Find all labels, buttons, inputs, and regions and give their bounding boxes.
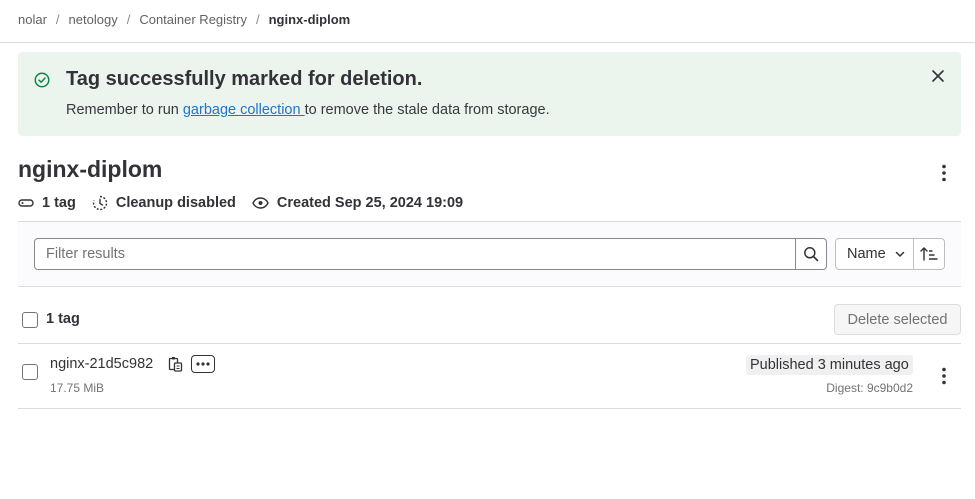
meta-created: Created Sep 25, 2024 19:09 [252, 195, 463, 211]
breadcrumb: nolar / netology / Container Registry / … [18, 11, 350, 27]
created-date: Created Sep 25, 2024 19:09 [276, 195, 464, 211]
cleanup-status: Cleanup disabled [115, 195, 236, 211]
sort-by-dropdown[interactable]: Name [835, 238, 914, 270]
close-icon[interactable] [931, 69, 945, 83]
table-row: nginx-21d5c982 17.75 MiB Published 3 min… [18, 344, 961, 409]
select-all-checkbox[interactable] [22, 312, 38, 328]
tag-name: nginx-21d5c982 [50, 356, 154, 372]
tags-list-header: 1 tag Delete selected [18, 296, 961, 344]
tag-size: 17.75 MiB [50, 381, 105, 395]
repository-meta: 1 tag Cleanup disabled Created Sep 25, 2… [18, 194, 479, 212]
ellipsis-v-icon[interactable] [936, 366, 952, 386]
delete-selected-button[interactable]: Delete selected [834, 304, 961, 335]
check-circle-icon [34, 72, 50, 88]
filter-input[interactable] [34, 238, 796, 270]
alert-body-text: Remember to run [66, 102, 183, 118]
breadcrumb-separator: / [255, 11, 260, 27]
breadcrumb-item-container-registry[interactable]: Container Registry [139, 12, 247, 27]
tag-digest: Digest: 9c9b0d2 [826, 381, 913, 395]
tag-details-button[interactable] [191, 355, 215, 373]
alert-title: Tag successfully marked for deletion. [66, 68, 423, 90]
alert-body-text-end: to remove the stale data from storage. [304, 102, 550, 118]
ellipsis-v-icon[interactable] [936, 163, 952, 183]
garbage-collection-link[interactable]: garbage collection [183, 102, 305, 118]
label-icon [18, 199, 34, 207]
search-icon [804, 247, 819, 262]
sort-by-label: Name [847, 246, 886, 262]
ellipsis-h-icon [196, 362, 210, 366]
eye-icon [252, 197, 269, 209]
sort-lowest-icon [920, 247, 938, 261]
tag-count-label: 1 tag [42, 195, 76, 211]
search-button[interactable] [795, 238, 827, 270]
meta-tag-count: 1 tag [18, 195, 76, 211]
expire-icon [92, 195, 108, 211]
copy-to-clipboard-icon[interactable] [167, 356, 183, 372]
published-time: Published 3 minutes ago [746, 355, 913, 375]
chevron-down-icon [895, 251, 904, 257]
success-alert: Tag successfully marked for deletion. Re… [18, 52, 961, 136]
tag-row-checkbox[interactable] [22, 364, 38, 380]
filter-bar: Name [18, 221, 961, 287]
meta-cleanup: Cleanup disabled [92, 195, 236, 211]
header-divider [0, 42, 975, 43]
page-title: nginx-diplom [18, 156, 163, 182]
breadcrumb-item-current[interactable]: nginx-diplom [269, 12, 351, 27]
breadcrumb-item-nolar[interactable]: nolar [18, 12, 47, 27]
breadcrumb-item-netology[interactable]: netology [69, 12, 118, 27]
breadcrumb-separator: / [55, 11, 60, 27]
sort-direction-button[interactable] [913, 238, 945, 270]
breadcrumb-separator: / [126, 11, 131, 27]
tags-count: 1 tag [46, 311, 80, 327]
alert-body: Remember to run garbage collection to re… [66, 102, 550, 118]
